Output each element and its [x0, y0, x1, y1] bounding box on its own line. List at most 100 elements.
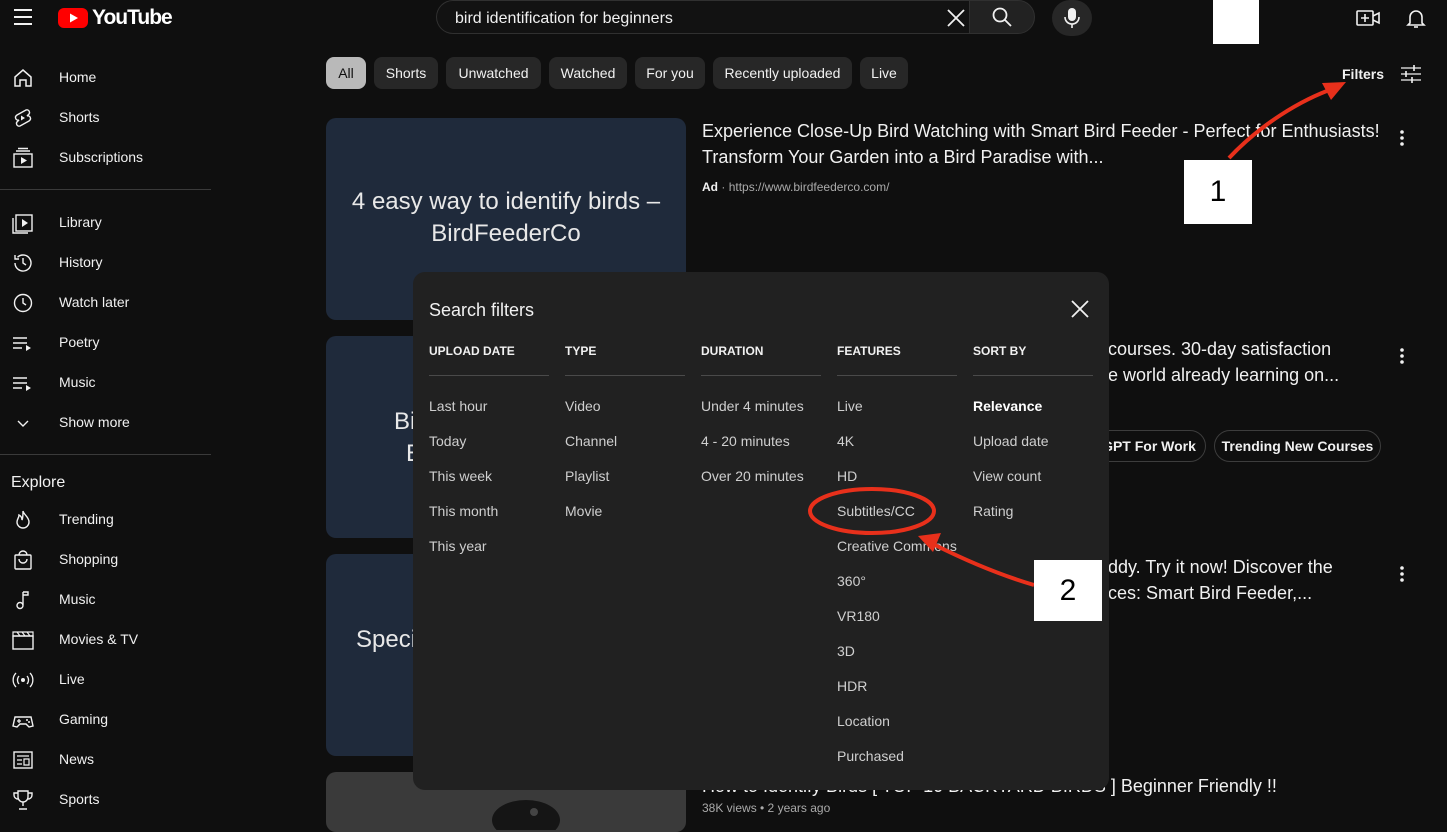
filter-option[interactable]: 4 - 20 minutes — [701, 433, 790, 449]
filter-option[interactable]: Over 20 minutes — [701, 468, 804, 484]
chip-recently-uploaded[interactable]: Recently uploaded — [713, 57, 852, 89]
more-options-icon[interactable] — [1394, 564, 1410, 584]
filter-option[interactable]: Channel — [565, 433, 617, 449]
sidebar-item-subscriptions[interactable]: Subscriptions — [0, 138, 211, 178]
sidebar-item-library[interactable]: Library — [0, 203, 211, 243]
result-title[interactable]: ces: Smart Bird Feeder,... — [1108, 580, 1312, 606]
search-button[interactable] — [969, 0, 1035, 34]
ad-url[interactable]: https://www.birdfeederco.com/ — [729, 180, 890, 194]
filter-option-subtitles[interactable]: Subtitles/CC — [837, 503, 915, 519]
sidebar-item-label: Show more — [59, 414, 130, 430]
filter-option[interactable]: 360° — [837, 573, 866, 589]
result-title[interactable]: Transform Your Garden into a Bird Paradi… — [702, 144, 1104, 170]
filter-option[interactable]: This week — [429, 468, 492, 484]
sitelink-chip[interactable]: GPT For Work — [1092, 430, 1206, 462]
create-icon[interactable] — [1356, 6, 1380, 30]
chip-unwatched[interactable]: Unwatched — [446, 57, 541, 89]
filter-option[interactable]: Live — [837, 398, 863, 414]
sort-option[interactable]: Upload date — [973, 433, 1049, 449]
sidebar-item-gaming[interactable]: Gaming — [0, 700, 211, 740]
sitelink-chip[interactable]: Trending New Courses — [1214, 430, 1381, 462]
search-filters-dialog: Search filters UPLOAD DATE Last hour Tod… — [413, 272, 1109, 790]
filter-option[interactable]: Under 4 minutes — [701, 398, 804, 414]
filter-option[interactable]: Playlist — [565, 468, 609, 484]
chip-for-you[interactable]: For you — [635, 57, 705, 89]
mic-button[interactable] — [1052, 0, 1092, 36]
sort-option-selected[interactable]: Relevance — [973, 398, 1042, 414]
search-box[interactable] — [436, 0, 969, 37]
chip-all[interactable]: All — [326, 57, 366, 89]
filter-option[interactable]: 3D — [837, 643, 855, 659]
menu-icon[interactable] — [12, 6, 34, 28]
filter-option[interactable]: This month — [429, 503, 498, 519]
chip-live[interactable]: Live — [860, 57, 908, 89]
sidebar-item-label: Trending — [59, 511, 114, 527]
filter-option[interactable]: This year — [429, 538, 487, 554]
filter-option[interactable]: Video — [565, 398, 601, 414]
sidebar-item-label: Gaming — [59, 711, 109, 727]
sidebar-item-news[interactable]: News — [0, 740, 211, 780]
bird-image-icon — [492, 800, 560, 830]
bell-icon[interactable] — [1404, 6, 1428, 30]
sidebar-item-label: Library — [59, 214, 102, 230]
mic-icon — [1064, 8, 1080, 28]
result-title[interactable]: courses. 30-day satisfaction — [1108, 336, 1331, 362]
filter-option[interactable]: HDR — [837, 678, 867, 694]
result-title[interactable]: ddy. Try it now! Discover the — [1108, 554, 1333, 580]
filter-option[interactable]: Movie — [565, 503, 602, 519]
sidebar-item-home[interactable]: Home — [0, 58, 211, 98]
filter-column-duration: DURATION Under 4 minutes 4 - 20 minutes … — [701, 344, 821, 484]
sort-option[interactable]: Rating — [973, 503, 1013, 519]
step-2-label: 2 — [1034, 560, 1102, 621]
sidebar-item-history[interactable]: History — [0, 243, 211, 283]
filter-option[interactable]: VR180 — [837, 608, 880, 624]
result-title[interactable]: e world already learning on... — [1108, 362, 1339, 388]
filter-option[interactable]: Today — [429, 433, 466, 449]
sidebar-item-label: Home — [59, 69, 97, 85]
sort-option[interactable]: View count — [973, 468, 1041, 484]
more-options-icon[interactable] — [1394, 346, 1410, 366]
shorts-icon — [12, 107, 34, 129]
sidebar-item-watch-later[interactable]: Watch later — [0, 283, 211, 323]
chip-shorts[interactable]: Shorts — [374, 57, 438, 89]
gamepad-icon — [12, 709, 34, 731]
filter-option[interactable]: Location — [837, 713, 890, 729]
search-input[interactable] — [453, 1, 937, 37]
sidebar-item-movies-tv[interactable]: Movies & TV — [0, 620, 211, 660]
filter-option[interactable]: Purchased — [837, 748, 904, 764]
more-options-icon[interactable] — [1394, 128, 1410, 148]
chip-watched[interactable]: Watched — [549, 57, 627, 89]
playlist-icon — [12, 372, 34, 394]
filter-option[interactable]: Last hour — [429, 398, 487, 414]
sidebar-item-shorts[interactable]: Shorts — [0, 98, 211, 138]
sliders-icon — [1400, 64, 1422, 84]
filter-option[interactable]: HD — [837, 468, 857, 484]
youtube-logo[interactable]: YouTube — [58, 6, 173, 30]
sidebar-item-label: Music — [59, 591, 96, 607]
sidebar-item-live[interactable]: Live — [0, 660, 211, 700]
column-heading: TYPE — [565, 344, 597, 358]
column-heading: SORT BY — [973, 344, 1027, 358]
sidebar-item-trending[interactable]: Trending — [0, 500, 211, 540]
column-heading: UPLOAD DATE — [429, 344, 515, 358]
close-icon[interactable] — [1069, 298, 1091, 320]
result-title[interactable]: Experience Close-Up Bird Watching with S… — [702, 118, 1380, 144]
sidebar-item-show-more[interactable]: Show more — [0, 403, 211, 443]
home-icon — [12, 67, 34, 89]
filter-column-features: FEATURES Live 4K HD Subtitles/CC Creativ… — [837, 344, 957, 764]
sidebar-item-sports[interactable]: Sports — [0, 780, 211, 820]
sidebar-item-poetry[interactable]: Poetry — [0, 323, 211, 363]
sidebar-item-shopping[interactable]: Shopping — [0, 540, 211, 580]
sidebar-item-music[interactable]: Music — [0, 363, 211, 403]
ad-badge: Ad — [702, 180, 718, 194]
sidebar-item-label: Shopping — [59, 551, 119, 567]
filters-button[interactable]: Filters — [1342, 64, 1422, 84]
sidebar-item-music-explore[interactable]: Music — [0, 580, 211, 620]
shopping-bag-icon — [12, 549, 34, 571]
filter-column-type: TYPE Video Channel Playlist Movie — [565, 344, 685, 519]
clapperboard-icon — [12, 629, 34, 651]
filter-option[interactable]: Creative Commons — [837, 538, 957, 554]
clear-icon[interactable] — [945, 7, 967, 29]
filter-option[interactable]: 4K — [837, 433, 854, 449]
sidebar-divider — [0, 454, 211, 455]
